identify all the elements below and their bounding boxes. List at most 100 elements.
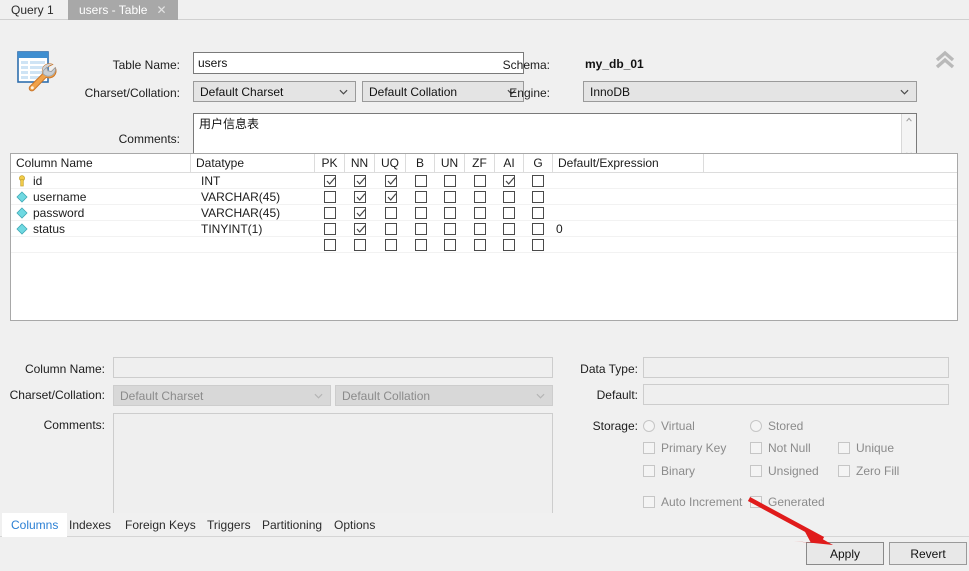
cell-zf-checkbox[interactable] (474, 191, 486, 203)
grid-header-datatype[interactable]: Datatype (191, 154, 315, 173)
cell-datatype[interactable]: INT (201, 173, 315, 189)
cell-uq-checkbox[interactable] (385, 175, 397, 187)
detail-comments-textarea[interactable] (113, 413, 553, 517)
grid-header-column-name[interactable]: Column Name (11, 154, 191, 173)
cell-pk-checkbox[interactable] (324, 191, 336, 203)
detail-column-name-input[interactable] (113, 357, 553, 378)
table-row[interactable]: password VARCHAR(45) (11, 205, 957, 221)
check-icon (356, 177, 366, 185)
cell-uq-checkbox[interactable] (385, 223, 397, 235)
cell-zf-checkbox[interactable] (474, 175, 486, 187)
cell-column-name[interactable]: id (11, 173, 191, 189)
cell-column-name[interactable] (11, 237, 191, 253)
cell-datatype[interactable]: TINYINT(1) (201, 221, 315, 237)
table-row[interactable]: id INT (11, 173, 957, 189)
tab-foreign-keys[interactable]: Foreign Keys (116, 513, 205, 537)
cell-ai-checkbox[interactable] (503, 191, 515, 203)
grid-header-g[interactable]: G (524, 154, 553, 173)
cell-b-checkbox[interactable] (415, 191, 427, 203)
cell-un-checkbox[interactable] (444, 207, 456, 219)
cell-pk-checkbox[interactable] (324, 207, 336, 219)
grid-header-pk[interactable]: PK (315, 154, 345, 173)
check-icon (356, 193, 366, 201)
cell-column-name[interactable]: password (11, 205, 191, 221)
cell-g-checkbox[interactable] (532, 223, 544, 235)
collapse-header-button[interactable] (932, 48, 958, 72)
cell-b-checkbox[interactable] (415, 239, 427, 251)
table-name-input[interactable] (193, 52, 524, 74)
cell-uq-checkbox[interactable] (385, 191, 397, 203)
cell-zf-checkbox[interactable] (474, 223, 486, 235)
cell-g-checkbox[interactable] (532, 207, 544, 219)
radio-icon (643, 420, 655, 432)
cell-datatype[interactable]: VARCHAR(45) (201, 189, 315, 205)
cell-b-checkbox[interactable] (415, 175, 427, 187)
cell-ai-checkbox[interactable] (503, 239, 515, 251)
cell-ai-checkbox[interactable] (503, 223, 515, 235)
apply-button[interactable]: Apply (806, 542, 884, 565)
cell-un-checkbox[interactable] (444, 175, 456, 187)
cell-column-name[interactable]: status (11, 221, 191, 237)
table-row[interactable]: username VARCHAR(45) (11, 189, 957, 205)
cell-nn-checkbox[interactable] (354, 191, 366, 203)
tab-options[interactable]: Options (325, 513, 384, 537)
cell-nn-checkbox[interactable] (354, 239, 366, 251)
tab-query-1[interactable]: Query 1 (0, 0, 65, 20)
grid-header-un[interactable]: UN (435, 154, 465, 173)
grid-header-default-expression[interactable]: Default/Expression (553, 154, 704, 173)
cell-default-expression[interactable] (553, 237, 704, 253)
grid-header-zf[interactable]: ZF (465, 154, 495, 173)
editor-tabstrip: Query 1 users - Table ✕ (0, 0, 969, 20)
tab-columns[interactable]: Columns (2, 513, 68, 537)
cell-un-checkbox[interactable] (444, 239, 456, 251)
cell-pk-checkbox[interactable] (324, 239, 336, 251)
chevron-down-icon (314, 393, 323, 399)
columns-grid[interactable]: Column Name Datatype PK NN UQ B UN ZF AI… (10, 153, 958, 321)
cell-nn-checkbox[interactable] (354, 175, 366, 187)
storage-auto-increment-label: Auto Increment (661, 495, 743, 509)
table-row[interactable]: status TINYINT(1) 0 (11, 221, 957, 237)
cell-datatype[interactable] (201, 237, 315, 253)
cell-g-checkbox[interactable] (532, 191, 544, 203)
cell-zf-checkbox[interactable] (474, 239, 486, 251)
table-row[interactable] (11, 237, 957, 253)
detail-default-input[interactable] (643, 384, 949, 405)
revert-button[interactable]: Revert (889, 542, 967, 565)
grid-header-ai[interactable]: AI (495, 154, 524, 173)
cell-g-checkbox[interactable] (532, 239, 544, 251)
tab-triggers[interactable]: Triggers (198, 513, 260, 537)
cell-default-expression[interactable] (553, 173, 704, 189)
cell-nn-checkbox[interactable] (354, 223, 366, 235)
cell-ai-checkbox[interactable] (503, 175, 515, 187)
cell-default-expression[interactable]: 0 (553, 221, 704, 237)
table-charset-select[interactable]: Default Charset (193, 81, 356, 102)
cell-datatype[interactable]: VARCHAR(45) (201, 205, 315, 221)
grid-header-nn[interactable]: NN (345, 154, 375, 173)
cell-uq-checkbox[interactable] (385, 239, 397, 251)
cell-un-checkbox[interactable] (444, 223, 456, 235)
scroll-up-icon[interactable] (905, 116, 913, 124)
cell-default-expression[interactable] (553, 189, 704, 205)
grid-header-uq[interactable]: UQ (375, 154, 406, 173)
cell-pk-checkbox[interactable] (324, 223, 336, 235)
engine-select[interactable]: InnoDB (583, 81, 917, 102)
tab-users-table[interactable]: users - Table ✕ (68, 0, 178, 20)
cell-uq-checkbox[interactable] (385, 207, 397, 219)
grid-header-b[interactable]: B (406, 154, 435, 173)
cell-ai-checkbox[interactable] (503, 207, 515, 219)
detail-data-type-input[interactable] (643, 357, 949, 378)
detail-charset-select[interactable]: Default Charset (113, 385, 331, 406)
tab-indexes[interactable]: Indexes (60, 513, 120, 537)
cell-zf-checkbox[interactable] (474, 207, 486, 219)
cell-nn-checkbox[interactable] (354, 207, 366, 219)
cell-default-expression[interactable] (553, 205, 704, 221)
cell-g-checkbox[interactable] (532, 175, 544, 187)
close-icon[interactable]: ✕ (156, 4, 166, 16)
detail-storage-label: Storage: (592, 419, 638, 433)
cell-column-name[interactable]: username (11, 189, 191, 205)
tab-partitioning[interactable]: Partitioning (253, 513, 331, 537)
cell-pk-checkbox[interactable] (324, 175, 336, 187)
cell-b-checkbox[interactable] (415, 223, 427, 235)
cell-b-checkbox[interactable] (415, 207, 427, 219)
cell-un-checkbox[interactable] (444, 191, 456, 203)
